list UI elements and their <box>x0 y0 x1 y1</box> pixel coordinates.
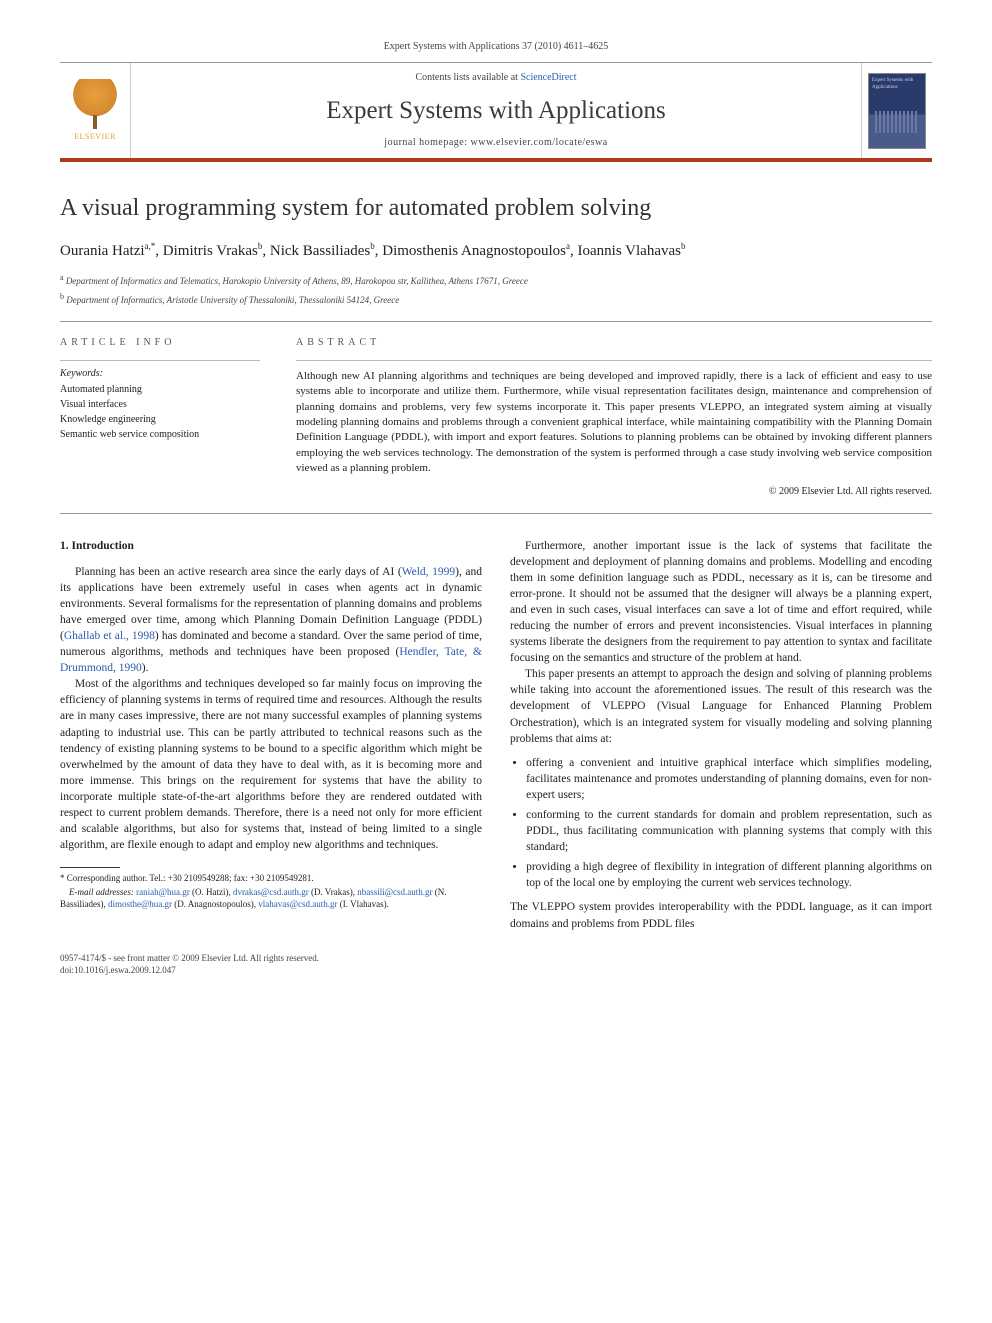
keyword-0: Automated planning <box>60 383 260 397</box>
abstract-copyright: © 2009 Elsevier Ltd. All rights reserved… <box>296 485 932 499</box>
email-addresses-line: E-mail addresses: raniah@hua.gr (O. Hatz… <box>60 886 482 911</box>
homepage-prefix: journal homepage: <box>384 137 470 148</box>
journal-homepage-line: journal homepage: www.elsevier.com/locat… <box>131 136 861 150</box>
contents-available-line: Contents lists available at ScienceDirec… <box>131 71 861 85</box>
article-info-row: ARTICLE INFO Keywords: Automated plannin… <box>60 336 932 499</box>
author-3-marks: a <box>566 241 570 251</box>
front-matter-line: 0957-4174/$ - see front matter © 2009 El… <box>60 952 932 965</box>
aim-2: providing a high degree of flexibility i… <box>526 859 932 891</box>
contents-prefix: Contents lists available at <box>415 72 520 83</box>
doi-line: doi:10.1016/j.eswa.2009.12.047 <box>60 964 932 977</box>
intro-p1-a: Planning has been an active research are… <box>75 566 402 578</box>
author-4-name: Ioannis Vlahavas <box>578 243 681 259</box>
affil-a-text: Department of Informatics and Telematics… <box>66 276 528 286</box>
author-3-name: Dimosthenis Anagnostopoulos <box>382 243 566 259</box>
keyword-3: Semantic web service composition <box>60 428 260 442</box>
author-0: Ourania Hatzia,* <box>60 243 155 259</box>
aim-0: offering a convenient and intuitive grap… <box>526 755 932 803</box>
author-1-name: Dimitris Vrakas <box>163 243 258 259</box>
aims-list: offering a convenient and intuitive grap… <box>526 755 932 892</box>
email-1-who: (D. Vrakas) <box>311 887 353 897</box>
journal-cover-cell: Expert Systems with Applications <box>862 63 932 158</box>
affil-b-mark: b <box>60 292 64 301</box>
email-1[interactable]: dvrakas@csd.auth.gr <box>233 887 309 897</box>
author-4-marks: b <box>681 241 686 251</box>
footnotes: * Corresponding author. Tel.: +30 210954… <box>60 872 482 911</box>
masthead-center: Contents lists available at ScienceDirec… <box>130 63 862 158</box>
sciencedirect-link[interactable]: ScienceDirect <box>520 72 576 83</box>
email-4-who: (I. Vlahavas) <box>340 899 387 909</box>
author-2-marks: b <box>370 241 375 251</box>
homepage-url: www.elsevier.com/locate/eswa <box>471 137 608 148</box>
author-4: Ioannis Vlahavasb <box>578 243 686 259</box>
affiliation-b: b Department of Informatics, Aristotle U… <box>60 291 932 307</box>
footnote-separator <box>60 867 120 868</box>
journal-masthead: ELSEVIER Contents lists available at Sci… <box>60 62 932 162</box>
email-label: E-mail addresses: <box>69 887 134 897</box>
intro-p3: Furthermore, another important issue is … <box>510 538 932 667</box>
cover-title-text: Expert Systems with Applications <box>872 78 913 90</box>
author-1: Dimitris Vrakasb <box>163 243 263 259</box>
separator-bottom <box>60 513 932 514</box>
affil-a-mark: a <box>60 273 64 282</box>
intro-p1-d: ). <box>142 662 149 674</box>
article-info-heading: ARTICLE INFO <box>60 336 260 350</box>
author-list: Ourania Hatzia,*, Dimitris Vrakasb, Nick… <box>60 240 932 262</box>
info-sep <box>60 360 260 361</box>
author-0-name: Ourania Hatzi <box>60 243 145 259</box>
ref-weld-1999[interactable]: Weld, 1999 <box>402 566 455 578</box>
journal-cover-thumbnail: Expert Systems with Applications <box>868 73 926 149</box>
bottom-meta: 0957-4174/$ - see front matter © 2009 El… <box>60 952 932 977</box>
article-title: A visual programming system for automate… <box>60 192 932 226</box>
affiliation-a: a Department of Informatics and Telemati… <box>60 272 932 288</box>
corresponding-author-note: * Corresponding author. Tel.: +30 210954… <box>60 872 482 885</box>
journal-name: Expert Systems with Applications <box>131 93 861 128</box>
author-2-name: Nick Bassiliades <box>270 243 370 259</box>
email-2[interactable]: nbassili@csd.auth.gr <box>357 887 432 897</box>
separator-top <box>60 321 932 322</box>
elsevier-wordmark: ELSEVIER <box>74 131 116 142</box>
abstract-block: ABSTRACT Although new AI planning algori… <box>296 336 932 499</box>
author-2: Nick Bassiliadesb <box>270 243 375 259</box>
email-3-who: (D. Anagnostopoulos) <box>174 899 254 909</box>
keyword-2: Knowledge engineering <box>60 413 260 427</box>
author-1-marks: b <box>258 241 263 251</box>
abstract-sep <box>296 360 932 361</box>
affil-b-text: Department of Informatics, Aristotle Uni… <box>66 295 399 305</box>
article-info-left: ARTICLE INFO Keywords: Automated plannin… <box>60 336 260 499</box>
publisher-logo-cell: ELSEVIER <box>60 63 130 158</box>
abstract-text: Although new AI planning algorithms and … <box>296 369 932 477</box>
email-0-who: (O. Hatzi) <box>192 887 228 897</box>
email-3[interactable]: dimosthe@hua.gr <box>108 899 172 909</box>
intro-p1: Planning has been an active research are… <box>60 564 482 677</box>
author-3: Dimosthenis Anagnostopoulosa <box>382 243 570 259</box>
keyword-1: Visual interfaces <box>60 398 260 412</box>
intro-p2: Most of the algorithms and techniques de… <box>60 676 482 853</box>
intro-p4: This paper presents an attempt to approa… <box>510 666 932 746</box>
email-4[interactable]: vlahavas@csd.auth.gr <box>258 899 337 909</box>
email-0[interactable]: raniah@hua.gr <box>136 887 190 897</box>
keywords-label: Keywords: <box>60 367 260 381</box>
author-0-marks: a,* <box>145 241 156 251</box>
body-columns: 1. Introduction Planning has been an act… <box>60 538 932 932</box>
aim-1: conforming to the current standards for … <box>526 807 932 855</box>
running-header: Expert Systems with Applications 37 (201… <box>60 40 932 54</box>
ref-ghallab-1998[interactable]: Ghallab et al., 1998 <box>64 630 155 642</box>
abstract-heading: ABSTRACT <box>296 336 932 350</box>
section-1-heading: 1. Introduction <box>60 538 482 554</box>
elsevier-logo: ELSEVIER <box>66 76 124 146</box>
intro-p5: The VLEPPO system provides interoperabil… <box>510 899 932 931</box>
elsevier-tree-icon <box>73 79 117 123</box>
